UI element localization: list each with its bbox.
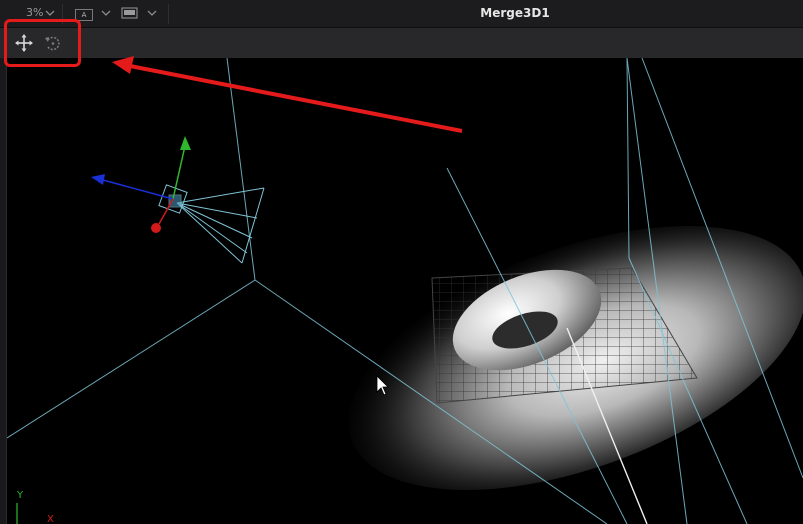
annotation-arrow (112, 56, 463, 133)
